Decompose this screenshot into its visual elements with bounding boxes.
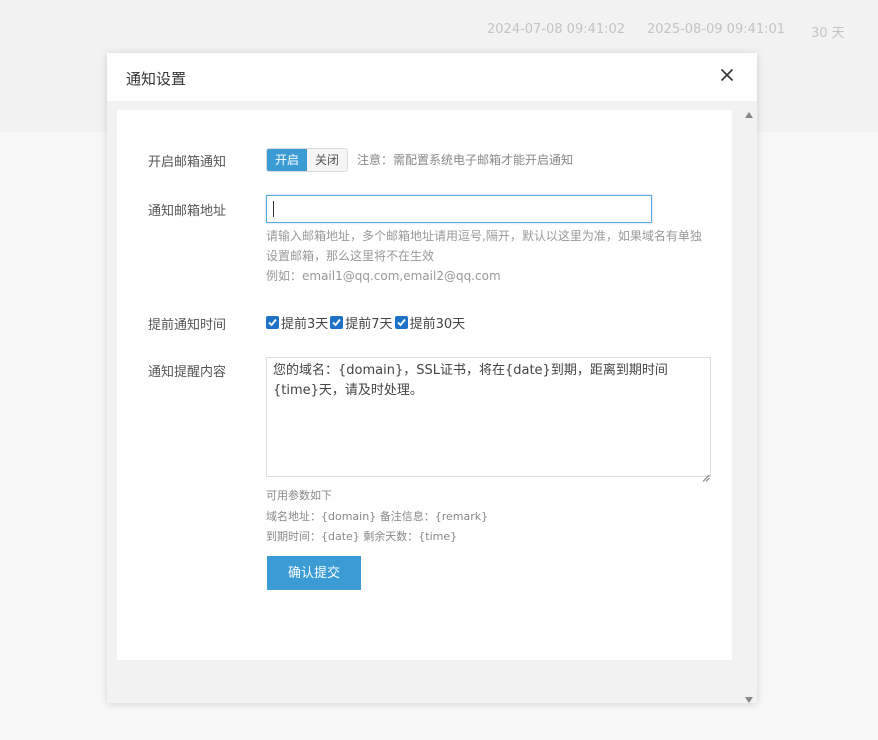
checkbox-checked-icon[interactable] — [394, 316, 408, 329]
toggle-off-option[interactable]: 关闭 — [307, 149, 348, 171]
email-notify-toggle[interactable]: 开启 关闭 — [266, 148, 349, 172]
notify-content-label: 通知提醒内容 — [148, 365, 227, 380]
start-date: 2024-07-08 09:41:02 — [487, 22, 626, 37]
email-address-input[interactable] — [266, 195, 652, 223]
scroll-up-arrow-icon[interactable] — [744, 104, 754, 118]
dialog-header: 通知设置 — [107, 53, 757, 101]
settings-form: 开启邮箱通知 开启 关闭 注意：需配置系统电子邮箱才能开启通知 通知邮箱地址 请… — [117, 110, 732, 660]
checkbox-7-days[interactable]: 提前7天 — [330, 313, 393, 332]
advance-notice-options: 提前3天 提前7天 提前30天 — [266, 313, 467, 332]
email-notify-notice: 注意：需配置系统电子邮箱才能开启通知 — [357, 153, 574, 167]
email-notify-label: 开启邮箱通知 — [148, 155, 227, 170]
checkbox-3-days[interactable]: 提前3天 — [266, 313, 328, 332]
scroll-down-arrow-icon[interactable] — [744, 689, 754, 703]
submit-button[interactable]: 确认提交 — [267, 556, 361, 590]
params-line2: 到期时间：{date} 剩余天数：{time} — [266, 530, 458, 543]
checkbox-checked-icon[interactable] — [330, 316, 344, 329]
text-caret — [273, 201, 274, 217]
end-date: 2025-08-09 09:41:01 — [647, 22, 786, 37]
email-help-text: 请输入邮箱地址，多个邮箱地址请用逗号,隔开，默认以这里为准，如果域名有单独 设置… — [266, 226, 702, 286]
email-address-label: 通知邮箱地址 — [148, 204, 227, 219]
notify-content-textarea[interactable]: 您的域名：{domain}，SSL证书，将在{date}到期，距离到期时间{ti… — [266, 357, 711, 477]
checkbox-checked-icon[interactable] — [266, 316, 279, 329]
params-line1: 域名地址：{domain} 备注信息：{remark} — [266, 510, 489, 523]
checkbox-label: 提前30天 — [409, 317, 466, 332]
email-help-line1: 请输入邮箱地址，多个邮箱地址请用逗号,隔开，默认以这里为准，如果域名有单独 — [266, 229, 702, 243]
params-title: 可用参数如下 — [266, 489, 332, 502]
checkbox-30-days[interactable]: 提前30天 — [394, 313, 466, 332]
checkbox-label: 提前3天 — [281, 317, 329, 332]
checkbox-label: 提前7天 — [345, 317, 393, 332]
dialog-title: 通知设置 — [126, 70, 187, 88]
toggle-on-option[interactable]: 开启 — [267, 149, 308, 171]
email-help-example: 例如：email1@qq.com,email2@qq.com — [266, 269, 501, 283]
email-help-line2: 设置邮箱，那么这里将不在生效 — [266, 249, 435, 263]
close-icon[interactable] — [717, 65, 737, 85]
resize-handle-icon[interactable] — [702, 467, 710, 482]
advance-notice-label: 提前通知时间 — [148, 318, 227, 333]
days-left: 30 天 — [811, 26, 845, 41]
notification-settings-dialog: 通知设置 开启邮箱通知 开启 关闭 注意：需配置系统电子邮箱才能开启通知 通知邮… — [107, 53, 757, 703]
